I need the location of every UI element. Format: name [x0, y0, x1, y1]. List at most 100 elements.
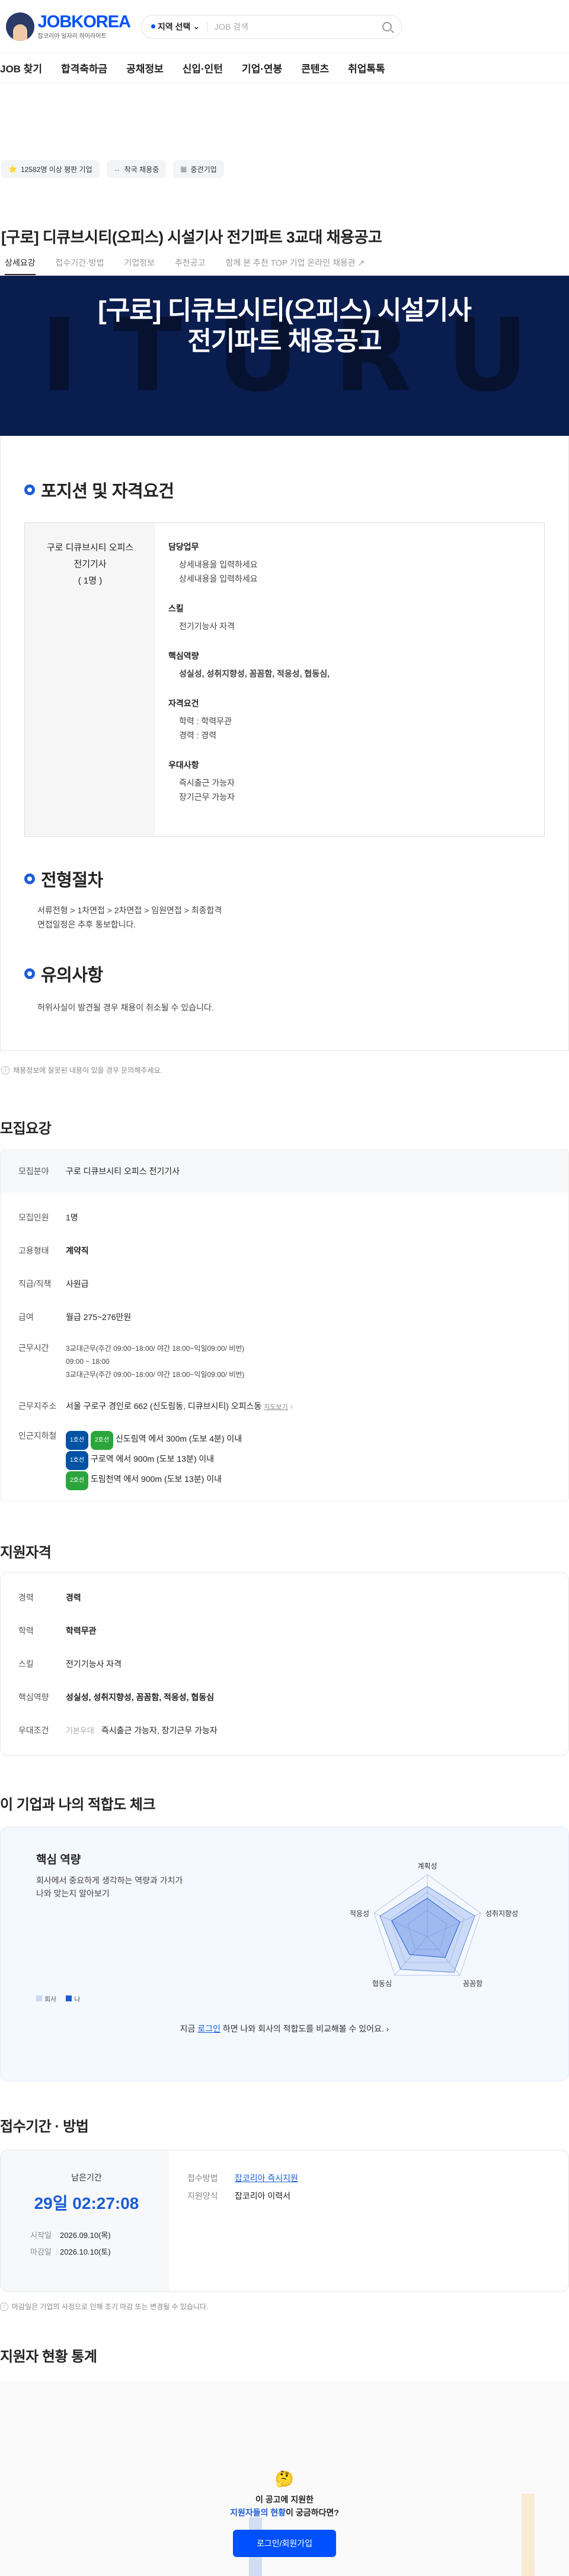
- tab-recommend[interactable]: 추천공고: [175, 257, 206, 275]
- recruit-table: 모집분야 구로 디큐브시티 오피스 전기기사 모집인원 1명 고용형태 계약직 직급/…: [0, 1149, 569, 1501]
- recruit-row: 급여 월급 275~276만원: [1, 1300, 568, 1334]
- hero-title: [구로] 디큐브시티(오피스) 시설기사 전기파트 채용공고: [98, 295, 472, 357]
- remain-counter: 29일 02:27:08: [30, 2191, 143, 2214]
- radar-axis-label: 계획성: [417, 1862, 437, 1870]
- qual-row: 스킬 전기기능사 자격: [1, 1647, 568, 1681]
- position-role: 전기기사: [73, 559, 107, 569]
- fit-legend: 회사 나: [36, 1994, 80, 2004]
- badge-reputation[interactable]: ⭐ 12582명 이상 평판 기업: [1, 160, 100, 178]
- position-detail-cell: 담당업무 상세내용을 입력하세요 상세내용을 입력하세요 스킬 전기기능사 자격 핵심…: [155, 523, 544, 836]
- list-item: 장기근무 가능자: [179, 792, 235, 802]
- pref-text: 즉시출근 가능자, 장기근무 가능자: [101, 1726, 218, 1735]
- block-title: 스킬: [168, 604, 184, 613]
- line-badge: 1호선: [66, 1431, 88, 1450]
- list-item: 허위사실이 발견될 경우 채용이 취소될 수 있습니다.: [37, 1003, 214, 1012]
- legend-label: 나: [74, 1996, 81, 2003]
- row-key: 모집분야: [18, 1166, 49, 1176]
- badge-label: 중견기업: [190, 165, 217, 174]
- nav-item-content[interactable]: 콘텐츠: [301, 60, 329, 75]
- row-value: 경력: [66, 1593, 81, 1602]
- position-table: 구로 디큐브시티 오피스 전기기사 ( 1명 ) 담당업무 상세내용을 입력하세요…: [24, 522, 545, 837]
- radar-axis-label: 성취지향성: [485, 1909, 518, 1918]
- period-heading: 접수기간 · 방법: [0, 2119, 89, 2135]
- mascot-avatar: [6, 12, 34, 41]
- search-bar[interactable]: 지역 선택 ⌄ JOB 검색: [141, 14, 402, 39]
- subway-item: 1호선 구로역 에서 900m (도보 13분) 이내: [66, 1450, 568, 1470]
- qual-row: 경력 경력: [1, 1581, 568, 1614]
- row-value: 기본우대 즉시출근 가능자, 장기근무 가능자: [66, 1724, 568, 1736]
- list-item: 면접일정은 추후 통보합니다.: [37, 920, 136, 929]
- form-value: 잡코리아 이력서: [235, 2191, 291, 2201]
- section-title: 전형절차: [41, 871, 103, 890]
- row-key: 모집인원: [18, 1213, 49, 1222]
- nav-item-intern[interactable]: 신입·인턴: [183, 60, 223, 75]
- section-caution: 유의사항: [24, 961, 545, 986]
- nav-item-public[interactable]: 공채정보: [126, 60, 164, 75]
- jobkorea-logo[interactable]: JOBKOREA 잡코리아 일자리 하이라이트: [6, 12, 131, 41]
- nav-item-job[interactable]: JOB 찾기: [0, 60, 42, 75]
- remain-days: 29일: [34, 2194, 68, 2212]
- login-button-wrap: 로그인/회원가입: [0, 2530, 569, 2557]
- list-item: 상세내용을 입력하세요: [179, 560, 258, 569]
- block-requirement: 자격요건 학력 : 학력무관 경력 : 경력: [168, 696, 531, 742]
- qual-row: 핵심역량 성실성, 성취지향성, 꼼꼼함, 적응성, 협동심: [1, 1681, 568, 1714]
- tab-top-company[interactable]: 함께 본 추천 TOP 기업 온라인 채용관 ↗: [226, 257, 365, 275]
- list-item: 상세내용을 입력하세요: [179, 574, 258, 584]
- bullet-icon: [24, 484, 35, 495]
- remaining-panel: 남은기간 29일 02:27:08 시작일 2026.09.10(목) 마감일 20…: [1, 2150, 170, 2291]
- recruit-row-subway: 인근지하철 1호선 2호선 신도림역 에서 300m (도보 4분) 이내 1호선 구…: [1, 1423, 568, 1501]
- end-date: 마감일 2026.10.10(토): [30, 2244, 170, 2261]
- hero-title-line2: 전기파트 채용공고: [187, 327, 382, 356]
- recruit-row-worktime: 근무시간 3교대근무(주간 09:00~18:00/ 야간 18:00~익일09…: [1, 1334, 568, 1389]
- line-badge: 1호선: [66, 1451, 88, 1470]
- row-value: 학력무관: [66, 1626, 97, 1635]
- stats-panel: 🤔 이 공고에 지원한 지원자들의 현황이 궁금하다면? 로그인/회원가입: [0, 2381, 569, 2576]
- tab-detail[interactable]: 상세요강: [5, 257, 36, 275]
- legend-company: 회사: [36, 1994, 56, 2004]
- radar-axis-label: 협동심: [372, 1979, 392, 1988]
- badge-midsize[interactable]: ▦ 중견기업: [173, 160, 224, 178]
- apply-link[interactable]: 잡코리아 즉시지원: [235, 2173, 298, 2183]
- nav-item-company[interactable]: 기업·연봉: [242, 60, 282, 75]
- fit-card: 핵심 역량 회사에서 중요하게 생각하는 역량과 가치가 나와 맞는지 알아보기 …: [0, 1826, 569, 2081]
- method-row: 접수방법 잡코리아 즉시지원: [187, 2169, 568, 2187]
- method-panel: 접수방법 잡코리아 즉시지원 지원양식 잡코리아 이력서: [170, 2150, 568, 2291]
- block-title: 자격요건: [168, 699, 199, 708]
- row-value: 서울 구로구 경인로 662 (신도림동, 디큐브시티) 오피스동 지도보기 ›: [66, 1400, 568, 1412]
- radar-chart: 계획성 성취지향성 꼼꼼함 협동심 적응성: [350, 1862, 518, 1988]
- block-title: 우대사항: [168, 760, 199, 770]
- badge-hiring[interactable]: ↔ 착국 채용중: [106, 160, 167, 178]
- search-input[interactable]: JOB 검색: [215, 21, 382, 33]
- region-select[interactable]: 지역 선택 ⌄: [151, 21, 200, 33]
- tab-company[interactable]: 기업정보: [124, 257, 155, 275]
- process-list: 서류전형 > 1차면접 > 2차면접 > 임원면접 > 최종합격 면접일정은 추후…: [24, 903, 545, 932]
- notice-text[interactable]: 채용정보에 잘못된 내용이 있을 경우 문의해주세요.: [13, 1065, 162, 1075]
- fit-login-prompt: 지금 로그인 하면 나와 회사의 적합도를 비교해볼 수 있어요. ›: [1, 2023, 568, 2035]
- subway-item: 2호선 도림천역 에서 900m (도보 13분) 이내: [66, 1470, 568, 1490]
- fit-heading: 이 기업과 나의 적합도 체크: [0, 1797, 156, 1813]
- tab-period[interactable]: 접수기간·방법: [56, 257, 104, 275]
- login-link[interactable]: 로그인: [197, 2024, 220, 2033]
- block-title: 담당업무: [168, 542, 199, 551]
- nav-item-bonus[interactable]: 합격축하금: [61, 60, 107, 75]
- thinking-face-icon: 🤔: [274, 2470, 295, 2488]
- logo-wordmark: JOBKOREA: [37, 12, 131, 31]
- recruit-row: 직급/직책 사원급: [1, 1267, 568, 1300]
- building-icon: ▦: [180, 165, 187, 173]
- search-icon[interactable]: [382, 21, 392, 31]
- row-value: 구로 디큐브시티 오피스 전기기사: [66, 1166, 180, 1176]
- pref-tag: 기본우대: [66, 1726, 94, 1735]
- detail-tabs: 상세요강 접수기간·방법 기업정보 추천공고 함께 본 추천 TOP 기업 온라…: [0, 257, 569, 276]
- row-key: 학력: [18, 1626, 34, 1635]
- stats-login-prompt: 🤔 이 공고에 지원한 지원자들의 현황이 궁금하다면? 로그인/회원가입: [0, 2470, 569, 2557]
- login-signup-button[interactable]: 로그인/회원가입: [232, 2530, 337, 2557]
- period-notice: ! 마감일은 기업의 사정으로 인해 조기 마감 또는 변경될 수 있습니다.: [0, 2301, 569, 2312]
- row-key: 경력: [18, 1593, 34, 1602]
- nav-item-talk[interactable]: 취업톡톡: [348, 60, 385, 75]
- section-position: 포지션 및 자격요건: [24, 477, 545, 502]
- info-icon: !: [1, 1066, 9, 1075]
- notice-text: 마감일은 기업의 사정으로 인해 조기 마감 또는 변경될 수 있습니다.: [12, 2303, 209, 2311]
- block-preference: 우대사항 즉시출근 가능자 장기근무 가능자: [168, 758, 531, 804]
- period-dates: 시작일 2026.09.10(목) 마감일 2026.10.10(토): [30, 2227, 170, 2261]
- map-link[interactable]: 지도보기: [264, 1404, 287, 1411]
